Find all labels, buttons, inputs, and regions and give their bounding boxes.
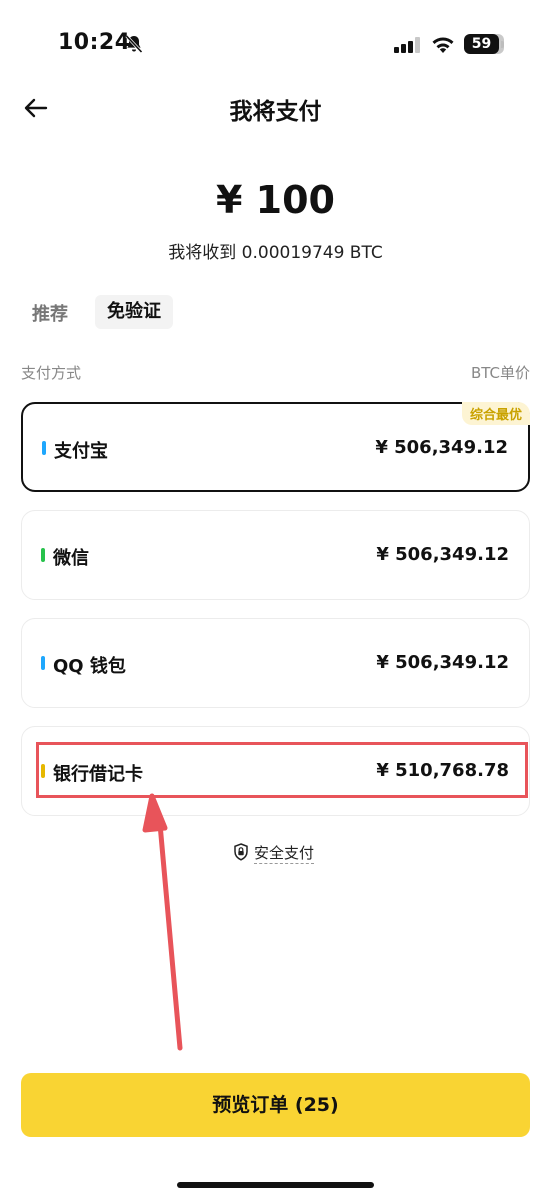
alipay-color-bar bbox=[42, 441, 46, 455]
tab-no-verification[interactable]: 免验证 bbox=[95, 295, 173, 329]
wifi-icon bbox=[432, 37, 454, 53]
payment-option-price: ¥ 506,349.12 bbox=[376, 652, 509, 673]
battery-icon: 59 bbox=[464, 34, 504, 54]
payment-option-name: 支付宝 bbox=[54, 441, 108, 462]
tab-recommended[interactable]: 推荐 bbox=[32, 300, 68, 326]
btc-price-header: BTC单价 bbox=[470, 364, 530, 382]
preview-order-button[interactable]: 预览订单 (25) bbox=[21, 1073, 530, 1137]
payment-option-qq-wallet[interactable]: QQ 钱包 ¥ 506,349.12 bbox=[21, 618, 530, 708]
home-indicator[interactable] bbox=[177, 1182, 374, 1188]
payment-option-alipay[interactable]: 支付宝 ¥ 506,349.12 综合最优 bbox=[21, 402, 530, 492]
page-title: 我将支付 bbox=[229, 99, 322, 125]
payment-option-wechat[interactable]: 微信 ¥ 506,349.12 bbox=[21, 510, 530, 600]
qq-color-bar bbox=[41, 656, 45, 670]
lock-shield-icon bbox=[234, 843, 248, 861]
wechat-color-bar bbox=[41, 548, 45, 562]
payment-method-header: 支付方式 bbox=[21, 364, 82, 382]
payment-option-name: QQ 钱包 bbox=[53, 656, 126, 677]
bell-slash-icon bbox=[125, 34, 143, 54]
payment-option-price: ¥ 506,349.12 bbox=[376, 544, 509, 565]
signal-icon bbox=[394, 37, 420, 53]
highlight-box bbox=[36, 742, 528, 798]
secure-payment-label: 安全支付 bbox=[254, 844, 315, 864]
payment-option-price: ¥ 506,349.12 bbox=[375, 437, 508, 458]
status-time: 10:24 bbox=[58, 30, 131, 55]
payment-option-name: 微信 bbox=[53, 548, 89, 569]
pay-amount: ¥ 100 bbox=[216, 178, 335, 222]
best-overall-badge: 综合最优 bbox=[461, 402, 530, 425]
receive-amount: 我将收到 0.00019749 BTC bbox=[168, 243, 383, 263]
battery-level: 59 bbox=[464, 34, 499, 54]
